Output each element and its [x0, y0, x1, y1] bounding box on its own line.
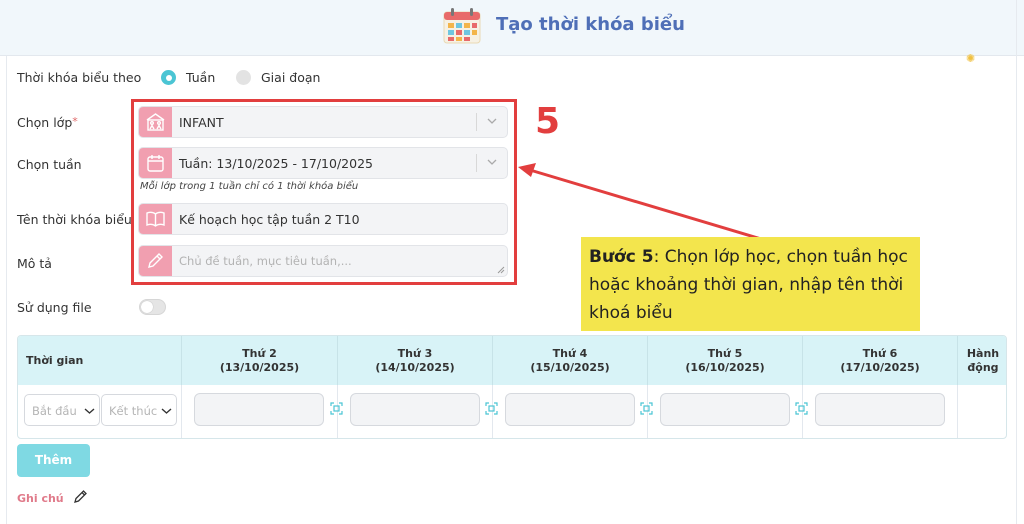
action-header-line1: Hành: [966, 347, 1000, 360]
radio-period[interactable]: [236, 70, 251, 85]
day-activity-input[interactable]: [660, 393, 790, 426]
action-header-line2: động: [967, 361, 999, 374]
radio-period-label[interactable]: Giai đoạn: [261, 70, 320, 85]
day-activity-input[interactable]: [505, 393, 635, 426]
instruction-callout: Bước 5: Chọn lớp học, chọn tuần học hoặc…: [581, 237, 920, 331]
radio-week-label[interactable]: Tuần: [186, 70, 215, 85]
chevron-down-icon: [161, 408, 172, 414]
use-file-toggle[interactable]: [139, 299, 166, 315]
col-day-header: Thứ 2 (13/10/2025): [182, 336, 338, 385]
name-label: Tên thời khóa biểu: [17, 212, 132, 227]
required-mark: *: [72, 115, 78, 128]
day-date: (15/10/2025): [530, 361, 610, 374]
schedule-by-label: Thời khóa biểu theo: [17, 70, 142, 85]
calendar-grid-icon: [443, 8, 481, 44]
col-day-header: Thứ 5 (16/10/2025): [648, 336, 803, 385]
action-cell: [958, 385, 1006, 438]
panel-border-right: [1016, 0, 1017, 524]
day-cell: [493, 385, 653, 438]
day-activity-input[interactable]: [350, 393, 480, 426]
day-activity-input[interactable]: [815, 393, 945, 426]
add-row-button[interactable]: Thêm: [17, 444, 90, 477]
start-time-select[interactable]: Bắt đầu: [24, 394, 100, 426]
day-cell: [803, 385, 958, 438]
page-title: Tạo thời khóa biểu: [496, 14, 685, 35]
class-label-text: Chọn lớp: [17, 115, 73, 130]
timetable-grid: Thời gian Thứ 2 (13/10/2025) Thứ 3 (14/1…: [17, 335, 1007, 439]
callout-step-label: Bước 5: [589, 247, 654, 267]
time-cell: Bắt đầu Kết thúc: [18, 385, 182, 438]
day-cell: [648, 385, 808, 438]
col-time-label: Thời gian: [26, 354, 84, 367]
day-name: Thứ 2: [242, 347, 277, 360]
class-label: Chọn lớp*: [17, 115, 78, 130]
day-activity-input[interactable]: [194, 393, 324, 426]
chevron-down-icon: [84, 408, 95, 414]
panel-border-left: [6, 56, 7, 524]
sun-icon: ✺: [966, 52, 976, 65]
note-label: Ghi chú: [17, 492, 64, 505]
week-label: Chọn tuần: [17, 157, 82, 172]
day-date: (16/10/2025): [685, 361, 765, 374]
pencil-icon[interactable]: [73, 489, 88, 504]
day-name: Thứ 6: [862, 347, 898, 360]
col-time-header: Thời gian: [18, 336, 182, 385]
radio-week[interactable]: [161, 70, 176, 85]
col-day-header: Thứ 6 (17/10/2025): [803, 336, 958, 385]
day-cell: [182, 385, 343, 438]
start-time-placeholder: Bắt đầu: [32, 404, 77, 418]
day-date: (14/10/2025): [375, 361, 455, 374]
file-label: Sử dụng file: [17, 300, 92, 315]
day-name: Thứ 5: [707, 347, 743, 360]
day-name: Thứ 4: [552, 347, 588, 360]
day-cell: [338, 385, 498, 438]
col-day-header: Thứ 4 (15/10/2025): [493, 336, 648, 385]
col-action-header: Hành động: [958, 336, 1006, 385]
desc-label: Mô tả: [17, 256, 52, 271]
end-time-placeholder: Kết thúc: [109, 404, 158, 418]
day-date: (17/10/2025): [840, 361, 920, 374]
page-header: Tạo thời khóa biểu: [0, 0, 1024, 56]
end-time-select[interactable]: Kết thúc: [101, 394, 177, 426]
col-day-header: Thứ 3 (14/10/2025): [338, 336, 493, 385]
step-number: 5: [535, 101, 561, 142]
day-name: Thứ 3: [397, 347, 433, 360]
step-highlight-box: [131, 99, 517, 285]
day-date: (13/10/2025): [219, 361, 300, 374]
